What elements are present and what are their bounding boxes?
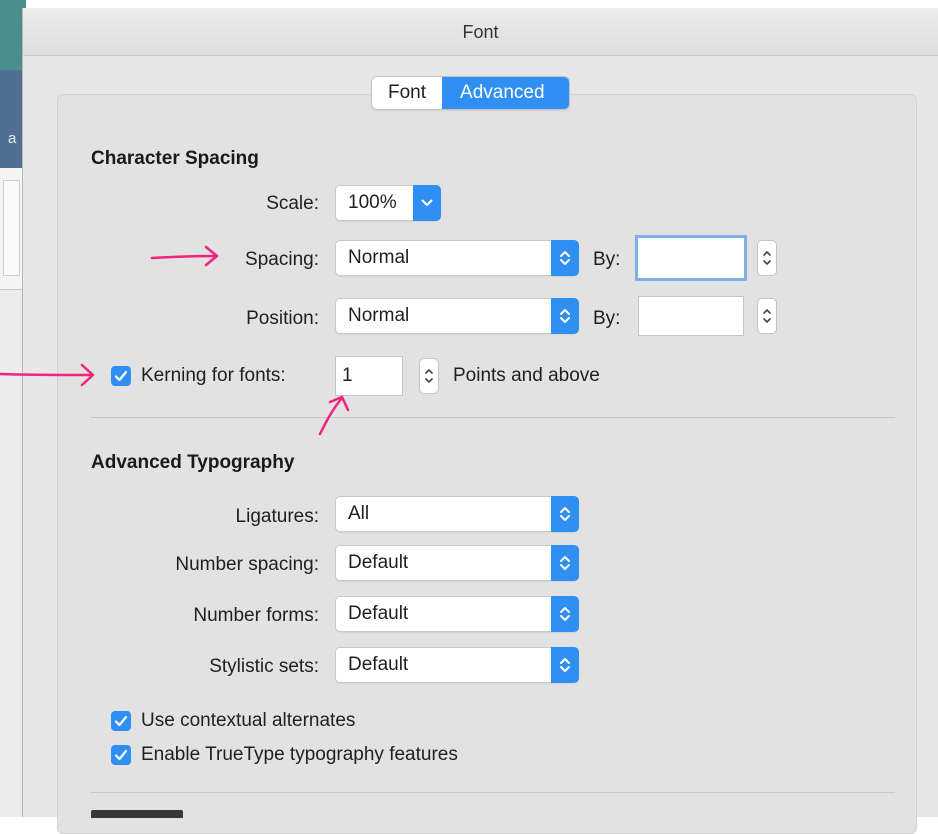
updown-arrows-icon bbox=[551, 596, 579, 632]
kerning-points-field[interactable]: 1 bbox=[335, 356, 403, 396]
section-divider bbox=[91, 417, 895, 418]
kerning-label: Kerning for fonts: bbox=[141, 365, 286, 386]
updown-arrows-icon bbox=[551, 496, 579, 532]
font-dialog: Font Font Advanced Character Spacing Sca… bbox=[22, 8, 938, 834]
ligatures-dropdown[interactable]: All bbox=[335, 496, 579, 532]
updown-arrows-icon bbox=[551, 545, 579, 581]
number-forms-value: Default bbox=[348, 603, 409, 624]
kerning-checkbox[interactable] bbox=[111, 366, 131, 386]
checkmark-icon bbox=[114, 749, 128, 761]
tab-advanced[interactable]: Advanced bbox=[442, 77, 569, 109]
position-by-field[interactable] bbox=[638, 296, 744, 336]
scale-dropdown[interactable]: 100% bbox=[335, 185, 441, 221]
updown-arrows-icon bbox=[551, 298, 579, 334]
stepper-arrows-icon bbox=[763, 251, 771, 265]
updown-arrows-icon bbox=[551, 240, 579, 276]
stylistic-sets-value: Default bbox=[348, 654, 409, 675]
section-divider bbox=[91, 792, 895, 793]
number-spacing-value: Default bbox=[348, 552, 409, 573]
spacing-value: Normal bbox=[348, 247, 410, 268]
tab-bar: Font Advanced bbox=[371, 76, 570, 110]
stepper-arrows-icon bbox=[425, 369, 433, 383]
spacing-by-stepper[interactable] bbox=[757, 240, 777, 276]
window-title: Font bbox=[23, 8, 938, 56]
stylistic-sets-label: Stylistic sets: bbox=[209, 656, 319, 677]
number-forms-dropdown[interactable]: Default bbox=[335, 596, 579, 632]
position-value: Normal bbox=[348, 305, 410, 326]
scale-value: 100% bbox=[348, 192, 397, 213]
annotation-arrow-points bbox=[318, 395, 350, 436]
position-label: Position: bbox=[246, 308, 319, 329]
checkmark-icon bbox=[114, 715, 128, 727]
kerning-suffix: Points and above bbox=[453, 365, 600, 386]
position-dropdown[interactable]: Normal bbox=[335, 298, 579, 334]
section-title-advanced-typography: Advanced Typography bbox=[91, 452, 295, 473]
spacing-dropdown[interactable]: Normal bbox=[335, 240, 579, 276]
spacing-by-label: By: bbox=[593, 249, 621, 270]
annotation-arrow-kerning bbox=[0, 363, 95, 387]
position-by-stepper[interactable] bbox=[757, 298, 777, 334]
scale-label: Scale: bbox=[266, 193, 319, 214]
position-by-label: By: bbox=[593, 308, 621, 329]
tab-font[interactable]: Font bbox=[372, 77, 443, 109]
updown-arrows-icon bbox=[551, 647, 579, 683]
stepper-arrows-icon bbox=[763, 309, 771, 323]
ligatures-value: All bbox=[348, 503, 370, 524]
number-forms-label: Number forms: bbox=[193, 605, 319, 626]
spacing-by-field[interactable] bbox=[635, 235, 747, 281]
contextual-alternates-label: Use contextual alternates bbox=[141, 710, 356, 731]
number-spacing-label: Number spacing: bbox=[175, 554, 319, 575]
stylistic-sets-dropdown[interactable]: Default bbox=[335, 647, 579, 683]
number-spacing-dropdown[interactable]: Default bbox=[335, 545, 579, 581]
ligatures-label: Ligatures: bbox=[235, 506, 319, 527]
background-app-text: a bbox=[8, 130, 17, 147]
next-section-title-clipped bbox=[91, 806, 201, 818]
contextual-alternates-checkbox[interactable] bbox=[111, 711, 131, 731]
chevron-down-icon bbox=[413, 185, 441, 221]
annotation-arrow-spacing bbox=[150, 245, 219, 267]
truetype-features-checkbox[interactable] bbox=[111, 745, 131, 765]
checkmark-icon bbox=[114, 370, 128, 382]
section-title-character-spacing: Character Spacing bbox=[91, 148, 259, 169]
kerning-points-stepper[interactable] bbox=[419, 358, 439, 394]
truetype-features-label: Enable TrueType typography features bbox=[141, 744, 458, 765]
